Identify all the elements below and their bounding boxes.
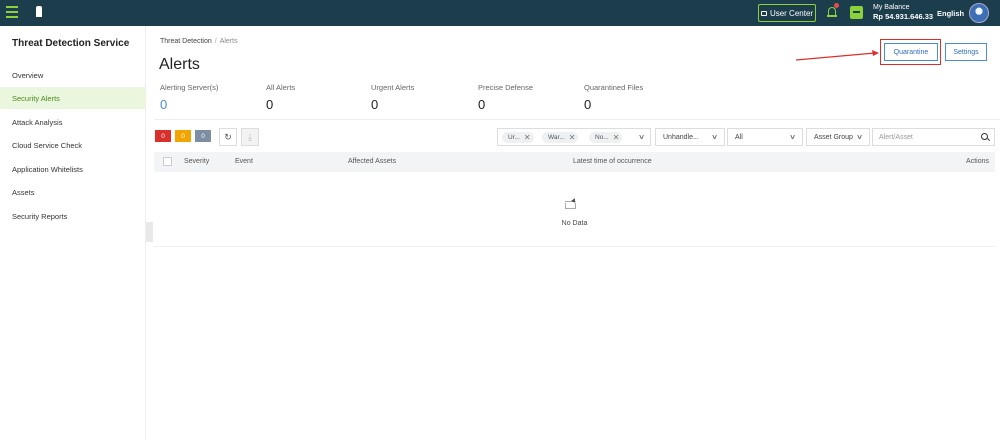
stat-label: Alerting Server(s) [160, 83, 219, 92]
menu-icon[interactable] [6, 6, 18, 18]
filter-tag-label: War... [548, 134, 565, 141]
close-icon[interactable]: ✕ [569, 133, 576, 142]
user-avatar[interactable] [969, 3, 989, 23]
divider [154, 119, 1000, 120]
sidebar-item-security-reports[interactable]: Security Reports [0, 205, 146, 227]
column-header-affected-assets: Affected Assets [348, 158, 397, 165]
breadcrumb-current: Alerts [219, 38, 238, 45]
logo[interactable] [36, 6, 54, 20]
stat-all-alerts: All Alerts 0 [266, 83, 295, 112]
filter-tag[interactable]: Ur... ✕ [502, 132, 534, 143]
search-placeholder: Alert/Asset [879, 133, 913, 141]
notification-bell-icon[interactable] [827, 3, 839, 17]
chevron-down-icon: ∨ [855, 134, 864, 141]
sidebar-title: Threat Detection Service [12, 38, 130, 49]
breadcrumb: Threat Detection / Alerts [160, 38, 238, 45]
stat-label: Quarantined Files [584, 83, 644, 92]
column-header-actions: Actions [966, 158, 989, 165]
search-icon[interactable] [981, 133, 988, 140]
sidebar-item-application-whitelists[interactable]: Application Whitelists [0, 158, 146, 180]
breadcrumb-separator: / [214, 38, 217, 45]
close-icon[interactable]: ✕ [524, 133, 531, 142]
filter-tag[interactable]: War... ✕ [542, 132, 579, 143]
sidebar: Threat Detection Service Overview Securi… [0, 26, 146, 440]
wallet-icon[interactable] [850, 6, 863, 19]
status-filter-value: Unhandle... [663, 133, 699, 141]
stat-value: 0 [584, 97, 592, 112]
sidebar-item-overview[interactable]: Overview [0, 64, 146, 86]
table-header: Severity Event Affected Assets Latest ti… [154, 152, 995, 172]
chevron-down-icon: ∨ [788, 134, 797, 141]
user-center-label: User Center [769, 8, 814, 18]
sidebar-collapse-handle[interactable] [146, 222, 153, 242]
stat-value[interactable]: 0 [160, 97, 218, 112]
status-filter-select[interactable]: Unhandle... ∨ [655, 128, 725, 146]
sidebar-item-assets[interactable]: Assets [0, 181, 146, 203]
column-header-latest-time: Latest time of occurrence [573, 158, 652, 165]
type-filter-select[interactable]: All ∨ [727, 128, 803, 146]
empty-text: No Data [561, 220, 588, 227]
column-header-event: Event [235, 158, 253, 165]
chevron-down-icon: ∨ [637, 134, 646, 141]
filter-tag[interactable]: No... ✕ [589, 132, 623, 143]
stat-label: All Alerts [266, 83, 296, 92]
critical-count-badge[interactable]: 0 [155, 130, 171, 142]
column-header-severity: Severity [184, 158, 210, 165]
asset-group-select[interactable]: Asset Group ∨ [806, 128, 870, 146]
table-empty-state: No Data [154, 172, 995, 247]
stat-value: 0 [478, 97, 486, 112]
stat-urgent-alerts: Urgent Alerts 0 [371, 83, 414, 112]
warning-count-badge[interactable]: 0 [175, 130, 191, 142]
stat-value: 0 [266, 97, 274, 112]
balance-value: Rp 54.931.646.33 [873, 12, 934, 21]
quarantine-button[interactable]: Quarantine [884, 43, 938, 61]
stat-quarantined-files: Quarantined Files 0 [584, 83, 643, 112]
asset-group-value: Asset Group [814, 133, 853, 141]
sidebar-item-cloud-service-check[interactable]: Cloud Service Check [0, 134, 146, 156]
chevron-down-icon: ∨ [710, 134, 719, 141]
stat-alerting-servers[interactable]: Alerting Server(s) 0 [160, 83, 218, 112]
filter-tag-label: Ur... [508, 134, 520, 141]
notice-count-badge[interactable]: 0 [195, 130, 211, 142]
stat-value: 0 [371, 97, 379, 112]
type-filter-value: All [735, 133, 743, 141]
balance-label: My Balance [873, 4, 910, 11]
top-navigation-bar: User Center My Balance Rp 54.931.646.33 … [0, 0, 1000, 26]
download-icon[interactable]: ⤓ [241, 128, 259, 146]
sidebar-item-security-alerts[interactable]: Security Alerts [0, 87, 146, 109]
monitor-icon [760, 10, 767, 16]
sidebar-item-attack-analysis[interactable]: Attack Analysis [0, 111, 146, 133]
balance-display[interactable]: My Balance Rp 54.931.646.33 [873, 3, 933, 21]
empty-box-icon [565, 197, 577, 210]
select-all-checkbox[interactable] [163, 157, 172, 166]
refresh-icon[interactable]: ↻ [219, 128, 237, 146]
notification-dot [834, 3, 839, 8]
search-input[interactable]: Alert/Asset [872, 128, 995, 146]
filter-tag-label: No... [595, 134, 609, 141]
annotation-arrow-icon [795, 50, 879, 61]
close-icon[interactable]: ✕ [613, 133, 620, 142]
user-center-button[interactable]: User Center [758, 4, 816, 22]
severity-filter-select[interactable]: Ur... ✕ War... ✕ No... ✕ ∨ [497, 128, 651, 146]
stat-label: Precise Defense [478, 83, 534, 92]
page-title: Alerts [159, 56, 200, 73]
stat-precise-defense: Precise Defense 0 [478, 83, 533, 112]
stat-label: Urgent Alerts [371, 83, 415, 92]
settings-button[interactable]: Settings [945, 43, 987, 61]
breadcrumb-root[interactable]: Threat Detection [160, 38, 212, 45]
language-selector[interactable]: English [937, 9, 964, 18]
